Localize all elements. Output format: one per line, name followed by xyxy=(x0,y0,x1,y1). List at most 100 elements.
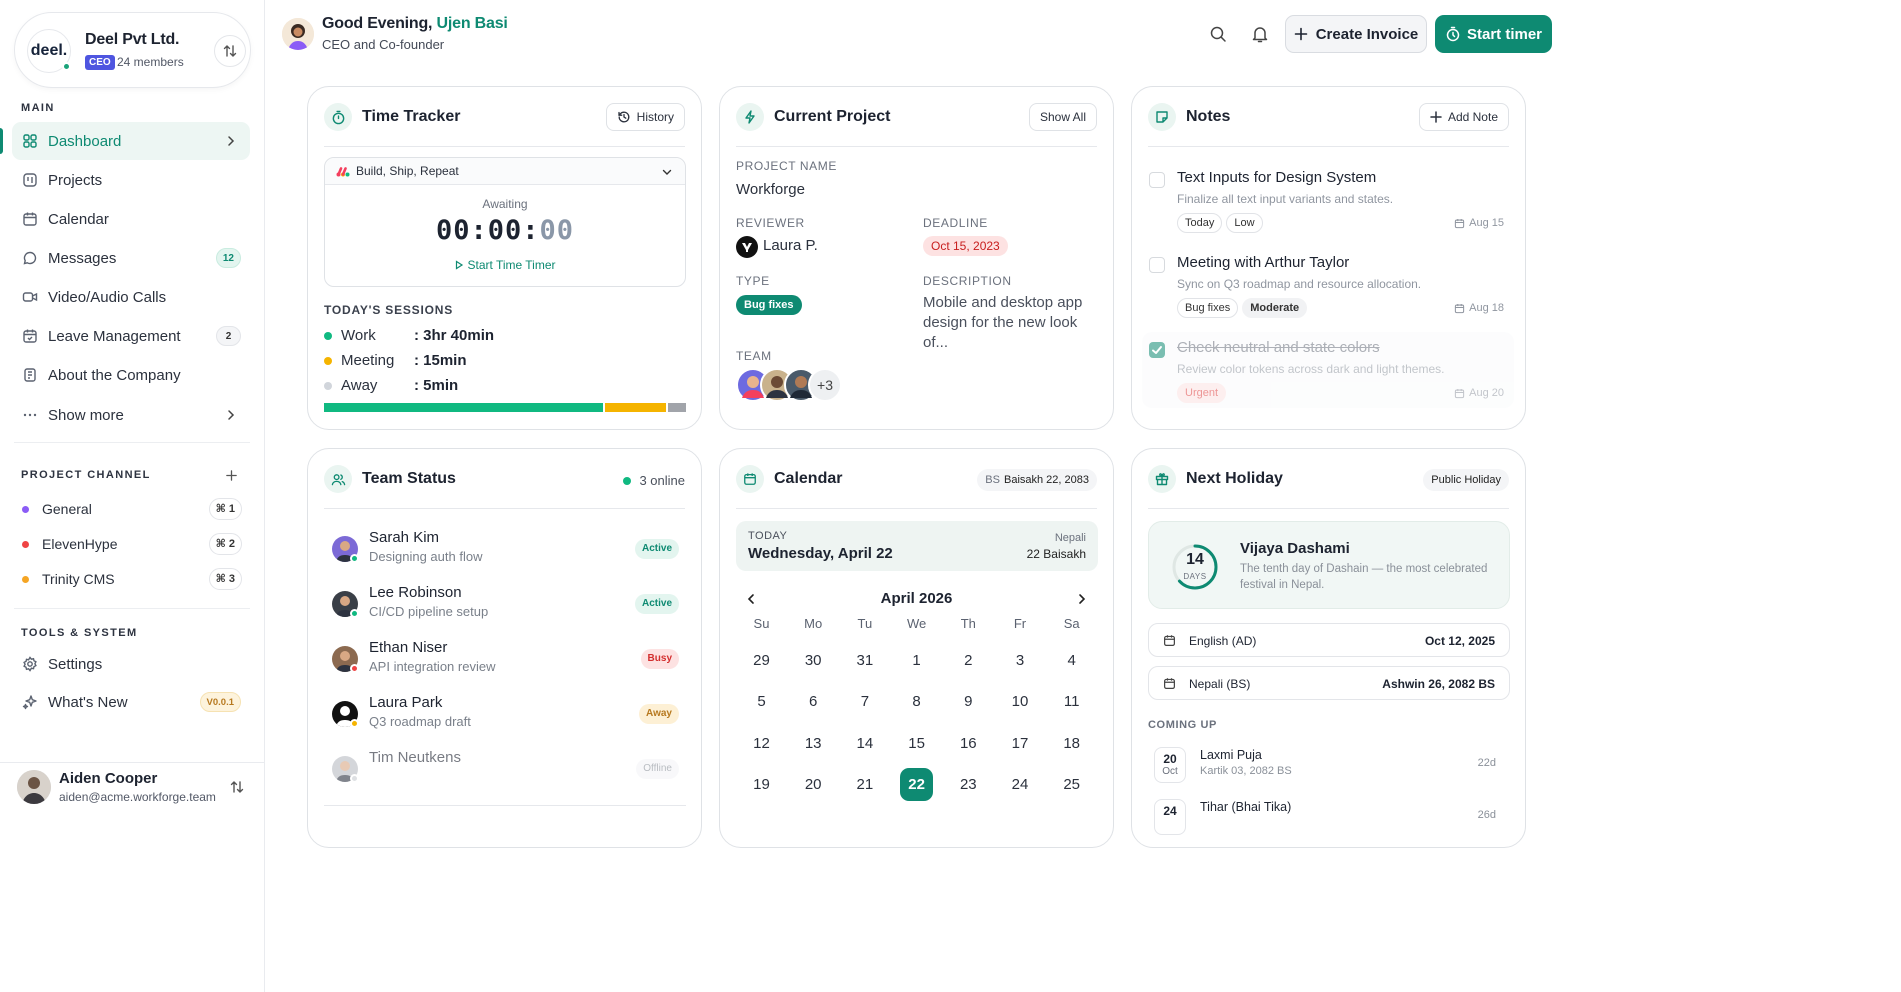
team-member-row[interactable]: Laura Park Q3 roadmap draft Away xyxy=(324,692,686,736)
switch-org-icon[interactable] xyxy=(214,35,246,67)
session-row: Work: 3hr 40min xyxy=(324,327,624,347)
calendar-day[interactable]: 11 xyxy=(1055,685,1088,718)
sidebar-item-calendar[interactable]: Calendar xyxy=(12,200,250,238)
calendar-day[interactable]: 10 xyxy=(1004,685,1037,718)
sidebar-item-show-more[interactable]: Show more xyxy=(12,396,250,434)
calendar-day[interactable]: 17 xyxy=(1004,727,1037,760)
calendar-day[interactable]: 5 xyxy=(745,685,778,718)
reviewer-label: REVIEWER xyxy=(736,216,805,230)
team-member-row[interactable]: Ethan Niser API integration review Busy xyxy=(324,637,686,681)
calendar-day[interactable]: 24 xyxy=(1004,768,1037,801)
days-until: 22d xyxy=(1477,757,1496,769)
shortcut-badge: ⌘ 1 xyxy=(208,498,242,520)
calendar-day[interactable]: 13 xyxy=(797,727,830,760)
calendar-day[interactable]: 7 xyxy=(848,685,881,718)
calendar-day[interactable]: 29 xyxy=(745,644,778,677)
status-badge: Offline xyxy=(636,759,679,779)
calendar-day[interactable]: 30 xyxy=(797,644,830,677)
card-header: Next Holiday Public Holiday xyxy=(1148,449,1509,509)
calendar-day[interactable]: 1 xyxy=(900,644,933,677)
calendar-day[interactable]: 2 xyxy=(952,644,985,677)
nepali-date-row: Nepali (BS) Ashwin 26, 2082 BS xyxy=(1148,666,1510,700)
calendar-day[interactable]: 8 xyxy=(900,685,933,718)
user-profile[interactable]: Aiden Cooper aiden@acme.workforge.team xyxy=(0,762,264,822)
calendar-day[interactable]: 25 xyxy=(1055,768,1088,801)
date-day: 24 xyxy=(1163,804,1177,818)
status-badge: Active xyxy=(634,594,679,614)
sidebar-item-video-calls[interactable]: Video/Audio Calls xyxy=(12,278,250,316)
calendar-icon xyxy=(1164,635,1175,646)
start-time-timer-link[interactable]: Start Time Timer xyxy=(325,258,685,272)
calendar-day-selected[interactable]: 22 xyxy=(900,767,934,801)
note-checkbox[interactable] xyxy=(1149,257,1165,273)
calendar-day[interactable]: 9 xyxy=(952,685,985,718)
member-name: Laura Park xyxy=(369,694,443,711)
upcoming-holiday-item[interactable]: 24 Tihar (Bhai Tika) 26d xyxy=(1148,795,1510,839)
create-invoice-button[interactable]: Create Invoice xyxy=(1285,15,1427,53)
note-date: Aug 15 xyxy=(1454,217,1504,229)
team-avatars[interactable]: +3 xyxy=(736,368,856,402)
channel-elevenhype[interactable]: ElevenHype ⌘ 2 xyxy=(18,529,246,559)
note-item[interactable]: Text Inputs for Design System Finalize al… xyxy=(1142,162,1514,238)
calendar-day[interactable]: 15 xyxy=(900,727,933,760)
calendar-day[interactable]: 3 xyxy=(1004,644,1037,677)
sidebar-item-projects[interactable]: Projects xyxy=(12,161,250,199)
sidebar-item-leave-management[interactable]: Leave Management 2 xyxy=(12,317,250,355)
user-name: Aiden Cooper xyxy=(59,770,158,787)
sidebar-item-whats-new[interactable]: What's New V0.0.1 xyxy=(12,683,250,721)
calendar-day[interactable]: 18 xyxy=(1055,727,1088,760)
start-timer-label: Start timer xyxy=(1466,25,1543,43)
checked-checkbox[interactable] xyxy=(1149,342,1165,358)
org-switcher[interactable]: deel. Deel Pvt Ltd. CEO 24 members xyxy=(14,12,251,88)
team-member-row[interactable]: Tim Neutkens Offline xyxy=(324,747,686,791)
calendar-day[interactable]: 23 xyxy=(952,768,985,801)
search-icon[interactable] xyxy=(1208,24,1228,44)
bell-icon[interactable] xyxy=(1250,24,1270,44)
show-all-button[interactable]: Show All xyxy=(1028,103,1097,131)
greeting: Good Evening, Ujen Basi xyxy=(322,15,508,33)
sidebar-item-about-company[interactable]: About the Company xyxy=(12,356,250,394)
sidebar-item-messages[interactable]: Messages 12 xyxy=(12,239,250,277)
sidebar-item-settings[interactable]: Settings xyxy=(12,645,250,683)
calendar-day[interactable]: 4 xyxy=(1055,644,1088,677)
project-name-label: PROJECT NAME xyxy=(736,159,837,173)
session-label: Work xyxy=(341,327,376,344)
calendar-day[interactable]: 19 xyxy=(745,768,778,801)
chevron-right-icon[interactable] xyxy=(1075,592,1089,606)
calendar-day[interactable]: 16 xyxy=(952,727,985,760)
team-member-row[interactable]: Sarah Kim Designing auth flow Active xyxy=(324,527,686,571)
note-checkbox[interactable] xyxy=(1149,172,1165,188)
bolt-icon xyxy=(736,103,764,131)
note-item[interactable]: Meeting with Arthur Taylor Sync on Q3 roa… xyxy=(1142,247,1514,323)
calendar-day[interactable]: 21 xyxy=(848,768,881,801)
card-header: Team Status 3 online xyxy=(324,449,685,509)
team-member-row[interactable]: Lee Robinson CI/CD pipeline setup Active xyxy=(324,582,686,626)
channel-general[interactable]: General ⌘ 1 xyxy=(18,494,246,524)
member-name: Ethan Niser xyxy=(369,639,448,656)
upcoming-holiday-item[interactable]: 20 Oct Laxmi Puja Kartik 03, 2082 BS 22d xyxy=(1148,743,1510,787)
add-channel-icon[interactable] xyxy=(225,469,238,482)
note-tags: Urgent xyxy=(1177,383,1230,403)
history-button[interactable]: History xyxy=(605,103,685,131)
sparkle-icon xyxy=(22,695,37,710)
calendar-day[interactable]: 14 xyxy=(848,727,881,760)
card-title: Team Status xyxy=(362,470,456,487)
note-icon xyxy=(1148,103,1176,131)
switch-account-icon[interactable] xyxy=(229,779,245,795)
project-select[interactable]: Build, Ship, Repeat xyxy=(325,158,685,185)
note-item[interactable]: Check neutral and state colors Review col… xyxy=(1142,332,1514,408)
calendar-icon xyxy=(1454,388,1465,398)
leave-count-badge: 2 xyxy=(216,326,241,346)
sidebar-item-dashboard[interactable]: Dashboard xyxy=(12,122,250,160)
calendar-day[interactable]: 12 xyxy=(745,727,778,760)
greeting-text: Good Evening, xyxy=(322,15,437,32)
calendar-day[interactable]: 20 xyxy=(797,768,830,801)
calendar-day[interactable]: 31 xyxy=(848,644,881,677)
nepali-date: 22 Baisakh xyxy=(1026,547,1086,561)
calendar-day[interactable]: 6 xyxy=(797,685,830,718)
channel-label: General xyxy=(42,501,92,517)
english-label: English (AD) xyxy=(1189,634,1257,648)
channel-trinity-cms[interactable]: Trinity CMS ⌘ 3 xyxy=(18,564,246,594)
start-timer-button[interactable]: Start timer xyxy=(1435,15,1552,53)
add-note-button[interactable]: Add Note xyxy=(1418,103,1509,131)
